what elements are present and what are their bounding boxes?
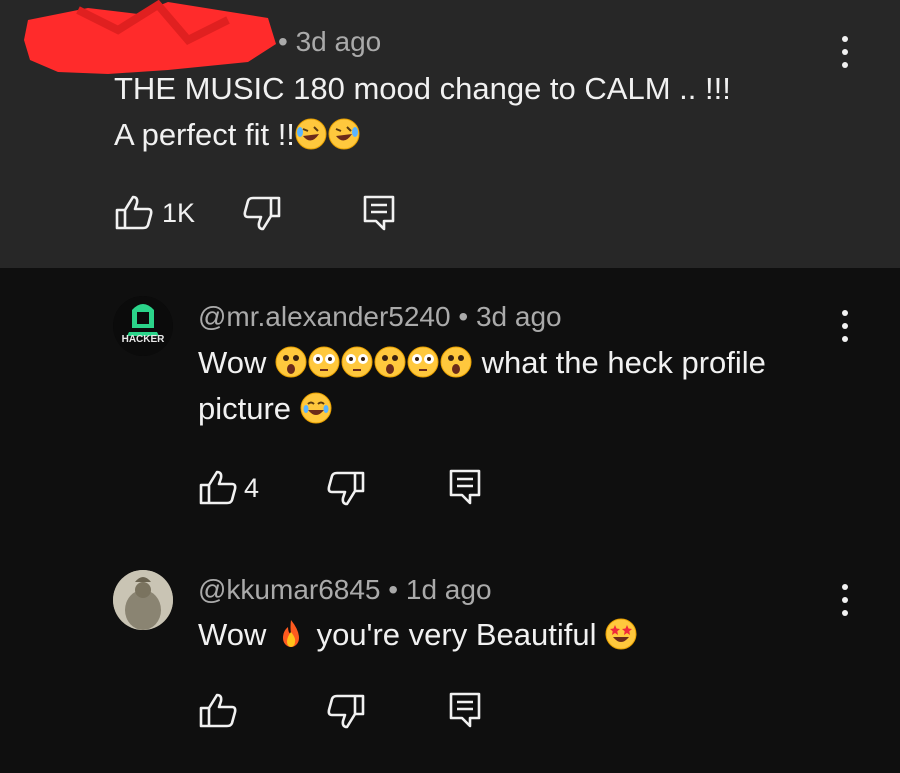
like-count: 1K [162,198,196,228]
reply-timestamp: • 1d ago [388,574,492,605]
thumbs-down-icon[interactable] [326,694,366,730]
rolling-laughing-emoji-icon [328,118,360,150]
reply-author-line: @mr.alexander5240 • 3d ago [198,301,562,333]
avatar[interactable] [113,570,173,630]
reply-author[interactable]: @mr.alexander5240 [198,301,451,332]
reply-text-wow: Wow [198,617,267,652]
reply-comment-icon[interactable] [448,468,482,506]
statue-avatar-image [113,570,173,630]
fire-emoji-icon [282,620,299,647]
flushed-emoji-icon [308,346,340,378]
reply-text-after: you're very Beautiful [316,617,597,652]
reply-author[interactable]: @kkumar6845 [198,574,381,605]
tears-of-joy-emoji-icon [300,392,332,424]
reply-text-line2-text: picture [198,391,292,426]
reply-text-line2: picture [198,386,333,432]
avatar[interactable]: HACKER [113,296,173,356]
astonished-emoji-icon [275,346,307,378]
thumbs-up-icon[interactable] [198,692,238,728]
like-count: 4 [244,473,260,503]
reply-text-wow: Wow [198,345,267,380]
thumbs-up-icon[interactable] [198,469,238,505]
astonished-emoji-icon [374,346,406,378]
more-options-icon[interactable] [835,32,855,72]
thumbs-up-icon[interactable] [114,194,154,230]
star-struck-emoji-icon [605,618,637,650]
comment-timestamp: • 3d ago [278,26,382,57]
hacker-avatar-image: HACKER [113,296,173,356]
thumbs-down-icon[interactable] [326,471,366,507]
reply-text-after: what the heck profile [481,345,766,380]
rolling-laughing-emoji-icon [295,118,327,150]
comment-text-line2: A perfect fit !! [114,112,361,158]
svg-text:HACKER: HACKER [122,334,166,345]
more-options-icon[interactable] [835,306,855,346]
redaction-mark [24,0,276,74]
reply-comment-icon[interactable] [362,194,396,232]
reply-author-line: @kkumar6845 • 1d ago [198,574,492,606]
flushed-emoji-icon [341,346,373,378]
reply-comment-icon[interactable] [448,691,482,729]
comment-text-line1: THE MUSIC 180 mood change to CALM .. !!! [114,71,731,106]
reply-text-line1: Wow what the heck profile [198,340,766,386]
astonished-emoji-icon [440,346,472,378]
flushed-emoji-icon [407,346,439,378]
reply-text-line1: Wow you're very Beautiful [198,612,638,658]
more-options-icon[interactable] [835,580,855,620]
comment-text-line2-text: A perfect fit !! [114,117,295,152]
thumbs-down-icon[interactable] [242,196,282,232]
reply-timestamp: • 3d ago [458,301,562,332]
